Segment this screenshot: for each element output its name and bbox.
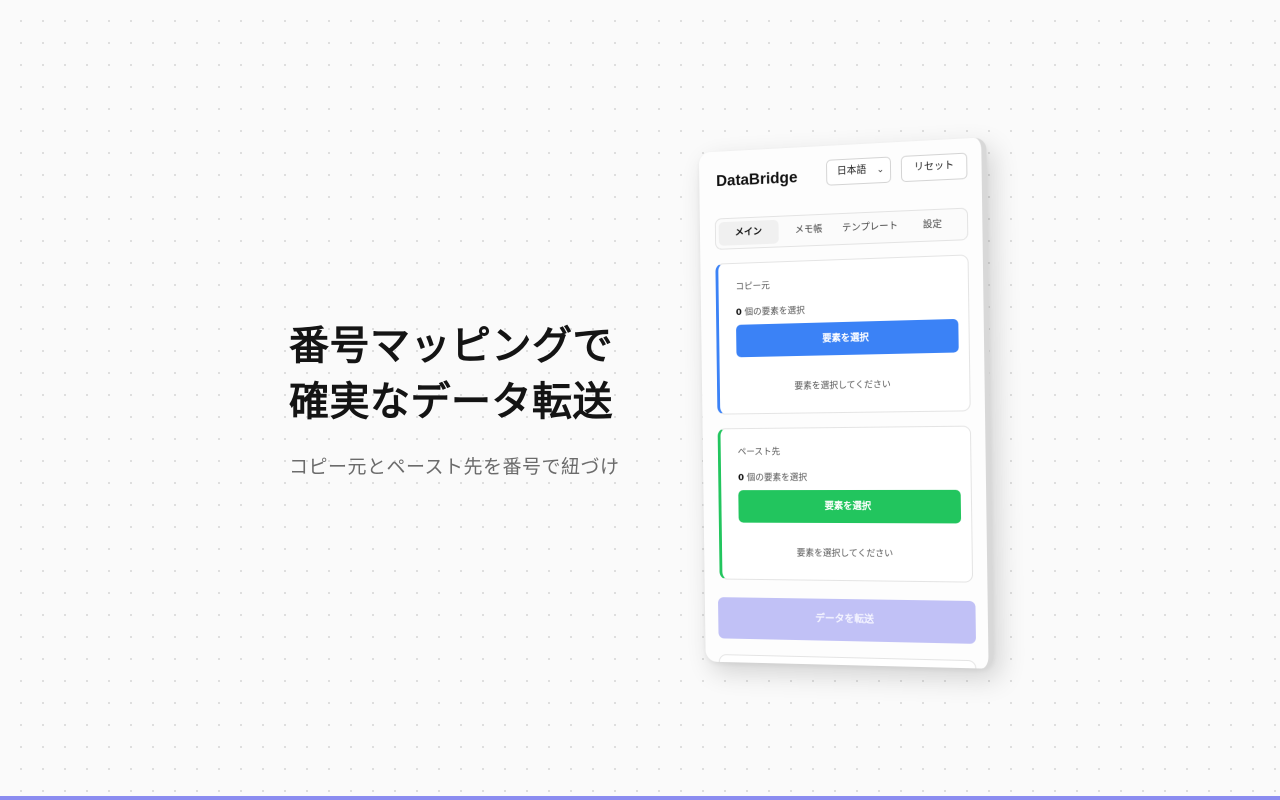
hero-title: 番号マッピングで 確実なデータ転送 <box>289 318 669 430</box>
tab-main[interactable]: メイン <box>718 219 779 246</box>
tab-settings[interactable]: 設定 <box>901 212 964 239</box>
source-count-suffix: 個の要素を選択 <box>744 306 805 318</box>
hero-section: 番号マッピングで 確実なデータ転送 コピー元とペースト先を番号で紐づけ <box>289 318 669 479</box>
source-label: コピー元 <box>735 281 770 293</box>
hero-title-line1: 番号マッピングで <box>289 323 613 369</box>
transfer-button[interactable]: データを転送 <box>717 597 977 644</box>
language-select-value: 日本語 <box>836 164 867 178</box>
app-title: DataBridge <box>716 169 798 191</box>
source-hint: 要素を選択してください <box>794 380 891 392</box>
chevron-down-icon: ⌄ <box>876 164 885 176</box>
tab-bar: メイン メモ帳 テンプレート 設定 <box>714 207 969 250</box>
target-select-button[interactable]: 要素を選択 <box>738 489 962 524</box>
panel-stage: DataBridge 日本語 ⌄ リセット メイン メモ帳 テンプレート 設定 … <box>696 137 994 669</box>
source-card: コピー元 0 個の要素を選択 要素を選択 要素を選択してください <box>715 254 971 415</box>
reset-button[interactable]: リセット <box>900 152 968 183</box>
tab-template[interactable]: テンプレート <box>839 215 901 242</box>
panel-header: DataBridge 日本語 ⌄ リセット <box>716 152 970 194</box>
target-hint: 要素を選択してください <box>796 548 894 560</box>
target-count-value: 0 <box>738 473 745 484</box>
source-select-button[interactable]: 要素を選択 <box>736 318 959 358</box>
target-card: ペースト先 0 個の要素を選択 要素を選択 要素を選択してください <box>717 425 974 583</box>
hero-title-line2: 確実なデータ転送 <box>289 379 613 425</box>
tab-notepad[interactable]: メモ帳 <box>778 217 839 243</box>
source-count-value: 0 <box>735 307 742 318</box>
source-count: 0 個の要素を選択 <box>736 303 805 318</box>
target-count-suffix: 個の要素を選択 <box>746 473 808 484</box>
target-label: ペースト先 <box>737 447 781 458</box>
next-card <box>718 654 977 669</box>
extension-panel: DataBridge 日本語 ⌄ リセット メイン メモ帳 テンプレート 設定 … <box>698 137 994 669</box>
language-select[interactable]: 日本語 ⌄ <box>825 156 892 186</box>
hero-subtitle: コピー元とペースト先を番号で紐づけ <box>289 456 620 478</box>
target-count: 0 個の要素を選択 <box>738 470 807 483</box>
bottom-accent-bar <box>0 796 1280 800</box>
